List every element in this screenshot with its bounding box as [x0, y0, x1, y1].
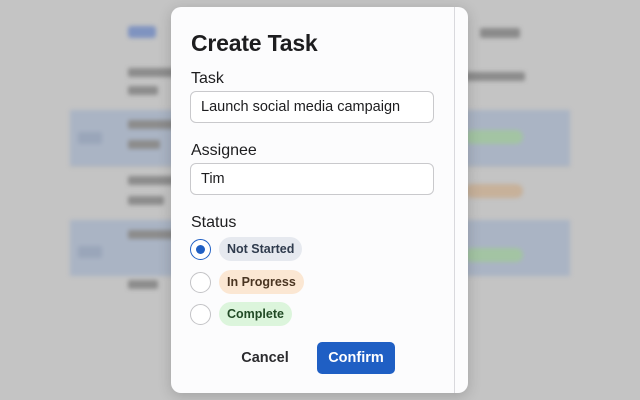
background-column-header: [480, 28, 520, 38]
status-label: Status: [191, 214, 237, 231]
create-task-dialog: Create Task Task Assignee Status Not Sta…: [171, 7, 468, 393]
status-radio-not-started[interactable]: [190, 238, 211, 260]
status-badge-not-started: Not Started: [219, 237, 303, 261]
status-badge-complete: Complete: [219, 302, 292, 326]
cancel-button[interactable]: Cancel: [233, 342, 297, 374]
task-input[interactable]: [190, 91, 434, 123]
task-label: Task: [191, 70, 224, 87]
status-badge-in-progress: In Progress: [219, 270, 304, 294]
status-option-complete[interactable]: Complete: [190, 302, 390, 326]
dialog-scroll-divider: [454, 7, 455, 393]
status-radio-complete[interactable]: [190, 303, 211, 325]
status-option-in-progress[interactable]: In Progress: [190, 270, 390, 294]
background-tab: [128, 26, 156, 38]
confirm-button[interactable]: Confirm: [317, 342, 395, 374]
assignee-label: Assignee: [191, 142, 257, 159]
status-radio-in-progress[interactable]: [190, 271, 211, 293]
assignee-input[interactable]: [190, 163, 434, 195]
status-option-not-started[interactable]: Not Started: [190, 237, 390, 261]
dialog-title: Create Task: [191, 30, 318, 56]
